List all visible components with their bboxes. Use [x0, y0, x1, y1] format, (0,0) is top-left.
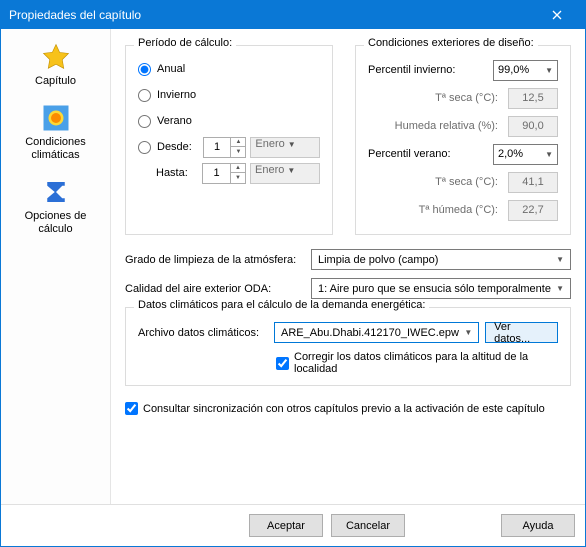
percentil-invierno-select[interactable]: 99,0%▼ [493, 60, 558, 81]
chevron-down-icon: ▼ [545, 150, 553, 159]
radio-verano[interactable]: Verano [138, 108, 320, 134]
demanda-group: Datos climáticos para el cálculo de la d… [125, 307, 571, 386]
percentil-verano-select[interactable]: 2,0%▼ [493, 144, 558, 165]
chevron-down-icon: ▼ [464, 328, 472, 337]
sigma-icon [40, 176, 72, 208]
oda-select[interactable]: 1: Aire puro que se ensucia sólo tempora… [311, 278, 571, 299]
atm-label: Grado de limpieza de la atmósfera: [125, 254, 311, 266]
sun-icon [40, 102, 72, 134]
climate-file-select[interactable]: ARE_Abu.Dhabi.412170_IWEC.epw▼ [274, 322, 479, 343]
cancelar-button[interactable]: Cancelar [331, 514, 405, 537]
button-bar: Aceptar Cancelar Ayuda [1, 504, 585, 546]
group-legend: Condiciones exteriores de diseño: [364, 37, 538, 49]
star-icon [40, 41, 72, 73]
desde-month-select[interactable]: Enero▼ [250, 137, 320, 158]
sidebar-item-condiciones[interactable]: Condiciones climáticas [1, 96, 110, 170]
sync-checkbox[interactable]: Consultar sincronización con otros capít… [125, 402, 571, 415]
sidebar-label: Condiciones climáticas [25, 136, 86, 162]
tseca-ver-value: 41,1 [508, 172, 558, 193]
radio-invierno[interactable]: Invierno [138, 82, 320, 108]
corregir-checkbox[interactable]: Corregir los datos climáticos para la al… [276, 351, 558, 375]
chevron-down-icon: ▼ [556, 255, 564, 264]
content-panel: Período de cálculo: Anual Invierno Veran… [111, 29, 585, 504]
hasta-day-stepper[interactable]: 1 ▲▼ [202, 163, 246, 184]
chevron-down-icon: ▼ [287, 166, 295, 175]
radio-desde[interactable] [138, 141, 151, 154]
hasta-month-select[interactable]: Enero▼ [250, 163, 320, 184]
sidebar-label: Opciones de cálculo [25, 210, 87, 236]
ver-datos-button[interactable]: Ver datos... [485, 322, 558, 343]
tseca-inv-value: 12,5 [508, 88, 558, 109]
sidebar-label: Capítulo [35, 75, 76, 88]
humedad-value: 90,0 [508, 116, 558, 137]
condiciones-group: Condiciones exteriores de diseño: Percen… [355, 45, 571, 235]
periodo-group: Período de cálculo: Anual Invierno Veran… [125, 45, 333, 235]
spin-up-icon[interactable]: ▲ [230, 137, 245, 147]
sidebar-item-opciones[interactable]: Opciones de cálculo [1, 170, 110, 244]
close-button[interactable] [537, 1, 577, 29]
spin-up-icon[interactable]: ▲ [230, 163, 245, 173]
chevron-down-icon: ▼ [556, 284, 564, 293]
file-label: Archivo datos climáticos: [138, 327, 274, 339]
title-bar: Propiedades del capítulo [1, 1, 585, 29]
oda-label: Calidad del aire exterior ODA: [125, 283, 311, 295]
radio-anual[interactable]: Anual [138, 56, 320, 82]
aceptar-button[interactable]: Aceptar [249, 514, 323, 537]
ayuda-button[interactable]: Ayuda [501, 514, 575, 537]
group-legend: Datos climáticos para el cálculo de la d… [134, 299, 429, 311]
sidebar: Capítulo Condiciones climáticas Opciones… [1, 29, 111, 504]
chevron-down-icon: ▼ [545, 66, 553, 75]
desde-day-stepper[interactable]: 1 ▲▼ [203, 137, 247, 158]
group-legend: Período de cálculo: [134, 37, 236, 49]
spin-down-icon[interactable]: ▼ [230, 173, 245, 183]
atm-select[interactable]: Limpia de polvo (campo)▼ [311, 249, 571, 270]
sidebar-item-capitulo[interactable]: Capítulo [1, 35, 110, 96]
thum-value: 22,7 [508, 200, 558, 221]
spin-down-icon[interactable]: ▼ [230, 147, 245, 157]
window-title: Propiedades del capítulo [9, 8, 537, 22]
chevron-down-icon: ▼ [288, 140, 296, 149]
